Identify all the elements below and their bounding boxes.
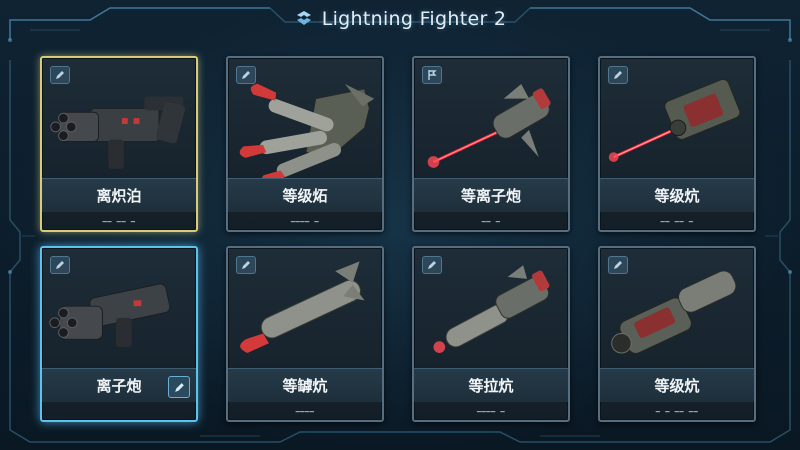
weapon-subtext: ━ ━ ━━ ━━ — [655, 408, 699, 416]
weapon-card-missile[interactable]: 等罅炕 ━━━━ — [226, 246, 384, 422]
weapon-label-bar: 等拉炕 — [414, 368, 568, 402]
weapon-label-bar: 等级炻 — [228, 178, 382, 212]
weapon-label-bar: 等罅炕 — [228, 368, 382, 402]
edit-pencil-icon[interactable] — [168, 376, 190, 398]
weapon-subtext: ━━ ━━ ━ — [102, 218, 136, 226]
weapon-label-bar: 等离子炮 — [414, 178, 568, 212]
weapon-card-laser-pod-2[interactable]: 等拉炕 ━━━━ ━ — [412, 246, 570, 422]
weapon-subtext: ━━━━ ━ — [476, 408, 506, 416]
weapon-name: 等级炕 — [654, 187, 700, 205]
weapon-label-bar: 离炽泊 — [42, 178, 196, 212]
weapon-name: 等级炻 — [282, 187, 328, 205]
weapon-card-rail-cannon[interactable]: 等级炕 ━ ━ ━━ ━━ — [598, 246, 756, 422]
weapon-card-laser-cannon[interactable]: 等级炕 ━━ ━━ ━ — [598, 56, 756, 232]
weapon-card-laser-pod[interactable]: 等离子炮 ━━ ━ — [412, 56, 570, 232]
weapon-name: 离子炮 — [96, 377, 142, 395]
badge-pencil-icon — [608, 256, 628, 274]
weapon-card-minigun[interactable]: 离炽泊 ━━ ━━ ━ — [40, 56, 198, 232]
weapon-card-minigun-2[interactable]: 离子炮 — [40, 246, 198, 422]
weapon-name: 等级炕 — [654, 377, 700, 395]
weapon-label-bar: 等级炕 — [600, 178, 754, 212]
weapon-name: 离炽泊 — [96, 187, 142, 205]
weapon-subtext: ━━ ━ — [481, 218, 501, 226]
weapon-name: 等离子炮 — [460, 187, 521, 205]
badge-pencil-icon — [422, 256, 442, 274]
badge-pencil-icon — [608, 66, 628, 84]
weapon-subtext: ━━━━ ━ — [290, 218, 320, 226]
badge-pencil-icon — [236, 256, 256, 274]
badge-flag-icon — [422, 66, 442, 84]
badge-pencil-icon — [50, 66, 70, 84]
badge-pencil-icon — [236, 66, 256, 84]
weapon-name: 等拉炕 — [468, 377, 514, 395]
weapon-subtext: ━━━━ — [295, 408, 315, 416]
weapon-name: 等罅炕 — [282, 377, 328, 395]
weapon-grid: 离炽泊 ━━ ━━ ━ 等级炻 ━━━━ ━ 等离子炮 ━━ ━ 等级炕 ━━ … — [0, 0, 800, 450]
weapon-label-bar: 等级炕 — [600, 368, 754, 402]
weapon-subtext: ━━ ━━ ━ — [660, 218, 694, 226]
badge-pencil-icon — [50, 256, 70, 274]
weapon-card-missile-rack[interactable]: 等级炻 ━━━━ ━ — [226, 56, 384, 232]
